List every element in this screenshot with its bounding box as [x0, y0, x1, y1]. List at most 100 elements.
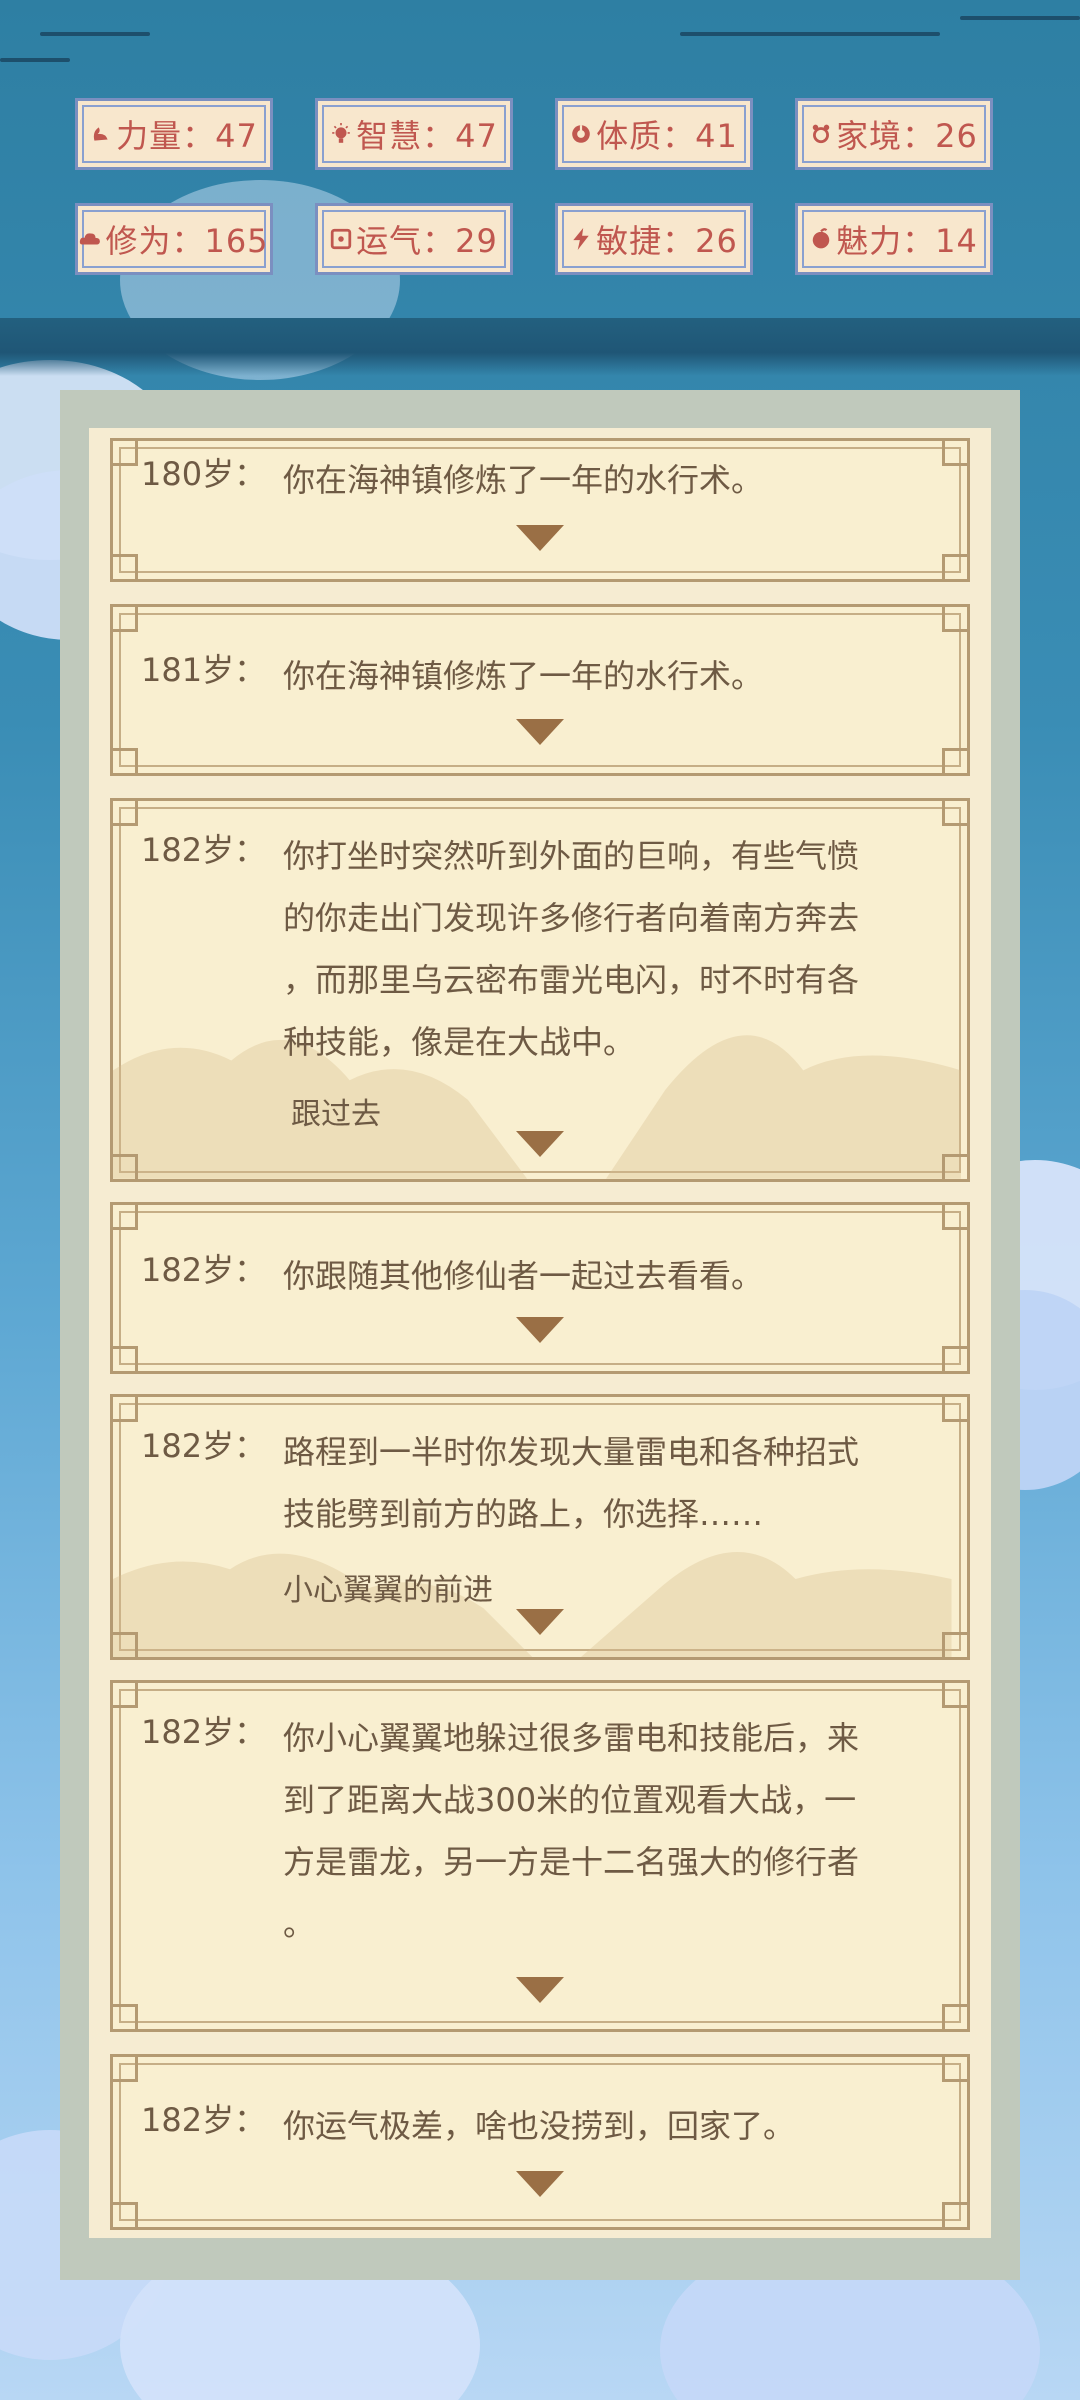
log-entry-line: 你打坐时突然听到外面的巨响，有些气愤 — [283, 837, 860, 875]
log-entry-text: 你在海神镇修炼了一年的水行术。 — [283, 645, 943, 707]
frame-corner — [113, 554, 138, 579]
stat-label: 运气：29 — [356, 222, 498, 260]
ink-brush-divider — [0, 318, 1080, 376]
stat-label: 智慧：47 — [356, 117, 498, 155]
log-entry-card: 182岁： 路程到一半时你发现大量雷电和各种招式 技能劈到前方的路上，你选择……… — [110, 1394, 970, 1660]
frame-corner — [113, 607, 138, 632]
log-entry-text: 你小心翼翼地躲过很多雷电和技能后，来 到了距离大战300米的位置观看大战，一 方… — [283, 1707, 943, 1955]
frame-corner — [113, 801, 138, 826]
frame-corner — [942, 1205, 967, 1230]
stat-wisdom: 智慧：47 — [315, 98, 513, 170]
log-entry-age: 182岁： — [141, 1713, 267, 1751]
frame-corner — [113, 1154, 138, 1179]
log-entry-age: 182岁： — [141, 2101, 267, 2139]
frame-corner — [942, 554, 967, 579]
log-entry-line: ，而那里乌云密布雷光电闪，时不时有各 — [283, 961, 860, 999]
swirl-decoration — [0, 58, 70, 62]
stat-label: 魅力：14 — [836, 222, 978, 260]
log-entry-line: 方是雷龙，另一方是十二名强大的修行者 — [283, 1843, 860, 1881]
frame-corner — [113, 2202, 138, 2227]
stat-label: 家境：26 — [836, 117, 978, 155]
frame-corner — [942, 441, 967, 466]
family-icon — [812, 124, 830, 144]
chosen-option: 跟过去 — [291, 1097, 381, 1132]
frame-corner — [113, 1346, 138, 1371]
log-entry-line: 你运气极差，啥也没捞到，回家了。 — [283, 2107, 796, 2145]
log-entry-card: 182岁： 你跟随其他修仙者一起过去看看。 — [110, 1202, 970, 1374]
strength-icon — [93, 127, 108, 141]
physique-icon — [572, 125, 590, 143]
frame-corner — [113, 748, 138, 773]
stat-agility: 敏捷：26 — [555, 203, 753, 275]
expand-triangle-icon[interactable] — [514, 1975, 566, 2005]
expand-triangle-icon[interactable] — [514, 523, 566, 553]
stat-charm: 魅力：14 — [795, 203, 993, 275]
expand-triangle-icon[interactable] — [514, 1607, 566, 1637]
stat-label: 体质：41 — [596, 117, 738, 155]
log-entry-line: 你在海神镇修炼了一年的水行术。 — [283, 657, 764, 695]
frame-corner — [113, 2004, 138, 2029]
frame-corner — [113, 441, 138, 466]
expand-triangle-icon[interactable] — [514, 717, 566, 747]
frame-corner — [113, 1632, 138, 1657]
stat-luck: 运气：29 — [315, 203, 513, 275]
lightning-icon — [573, 228, 589, 250]
frame-corner — [113, 1205, 138, 1230]
stat-label: 敏捷：26 — [596, 222, 738, 260]
swirl-decoration — [680, 32, 940, 36]
luck-icon — [330, 228, 352, 250]
log-entry-age: 180岁： — [141, 455, 267, 493]
cultivation-cloud-icon — [80, 233, 101, 245]
stat-cultivation: 修为：165 — [75, 203, 273, 275]
frame-corner — [942, 1632, 967, 1657]
swirl-decoration — [40, 32, 150, 36]
log-entry-line: 到了距离大战300米的位置观看大战，一 — [283, 1781, 857, 1819]
frame-corner — [942, 2202, 967, 2227]
log-entry-line: 你在海神镇修炼了一年的水行术。 — [283, 461, 764, 499]
frame-corner — [942, 1346, 967, 1371]
expand-triangle-icon[interactable] — [514, 1315, 566, 1345]
frame-corner — [942, 2004, 967, 2029]
log-entry-card: 182岁： 你小心翼翼地躲过很多雷电和技能后，来 到了距离大战300米的位置观看… — [110, 1680, 970, 2032]
log-entry-line: 。 — [283, 1905, 316, 1943]
log-entry-age: 181岁： — [141, 651, 267, 689]
log-entry-text: 你打坐时突然听到外面的巨响，有些气愤 的你走出门发现许多修行者向着南方奔去 ，而… — [283, 825, 943, 1073]
frame-corner — [942, 1154, 967, 1179]
stat-family: 家境：26 — [795, 98, 993, 170]
frame-corner — [942, 1683, 967, 1708]
stat-strength: 力量：47 — [75, 98, 273, 170]
log-entry-line: 路程到一半时你发现大量雷电和各种招式 — [283, 1433, 860, 1471]
log-entry-age: 182岁： — [141, 1251, 267, 1289]
log-entry-card: 182岁： 你打坐时突然听到外面的巨响，有些气愤 的你走出门发现许多修行者向着南… — [110, 798, 970, 1182]
log-entry-text: 你运气极差，啥也没捞到，回家了。 — [283, 2095, 943, 2157]
log-entry-line: 种技能，像是在大战中。 — [283, 1023, 636, 1061]
frame-corner — [942, 748, 967, 773]
frame-corner — [113, 1683, 138, 1708]
stat-label: 力量：47 — [116, 117, 258, 155]
log-entry-card: 182岁： 你运气极差，啥也没捞到，回家了。 — [110, 2054, 970, 2230]
log-entry-card: 181岁： 你在海神镇修炼了一年的水行术。 — [110, 604, 970, 776]
expand-triangle-icon[interactable] — [514, 1129, 566, 1159]
chosen-option: 小心翼翼的前进 — [283, 1573, 493, 1608]
frame-corner — [113, 1397, 138, 1422]
log-entry-line: 你跟随其他修仙者一起过去看看。 — [283, 1257, 764, 1295]
frame-corner — [942, 1397, 967, 1422]
log-entry-age: 182岁： — [141, 1427, 267, 1465]
frame-corner — [942, 801, 967, 826]
log-entry-line: 技能劈到前方的路上，你选择…… — [283, 1495, 764, 1533]
frame-corner — [942, 607, 967, 632]
log-entry-text: 你在海神镇修炼了一年的水行术。 — [283, 449, 943, 511]
log-entry-line: 的你走出门发现许多修行者向着南方奔去 — [283, 899, 860, 937]
log-entry-text: 你跟随其他修仙者一起过去看看。 — [283, 1245, 943, 1307]
game-screen: 力量：47 智慧：47 体质：41 家境：26 修为：165 运气：29 敏捷：… — [0, 0, 1080, 2400]
log-entry-text: 路程到一半时你发现大量雷电和各种招式 技能劈到前方的路上，你选择…… — [283, 1421, 943, 1545]
log-entry-age: 182岁： — [141, 831, 267, 869]
charm-icon — [812, 228, 830, 249]
log-entry-line: 你小心翼翼地躲过很多雷电和技能后，来 — [283, 1719, 860, 1757]
frame-corner — [942, 2057, 967, 2082]
stat-label: 修为：165 — [105, 222, 269, 260]
frame-corner — [113, 2057, 138, 2082]
log-entry-card: 180岁： 你在海神镇修炼了一年的水行术。 — [110, 438, 970, 582]
lightbulb-icon — [332, 123, 350, 143]
expand-triangle-icon[interactable] — [514, 2169, 566, 2199]
